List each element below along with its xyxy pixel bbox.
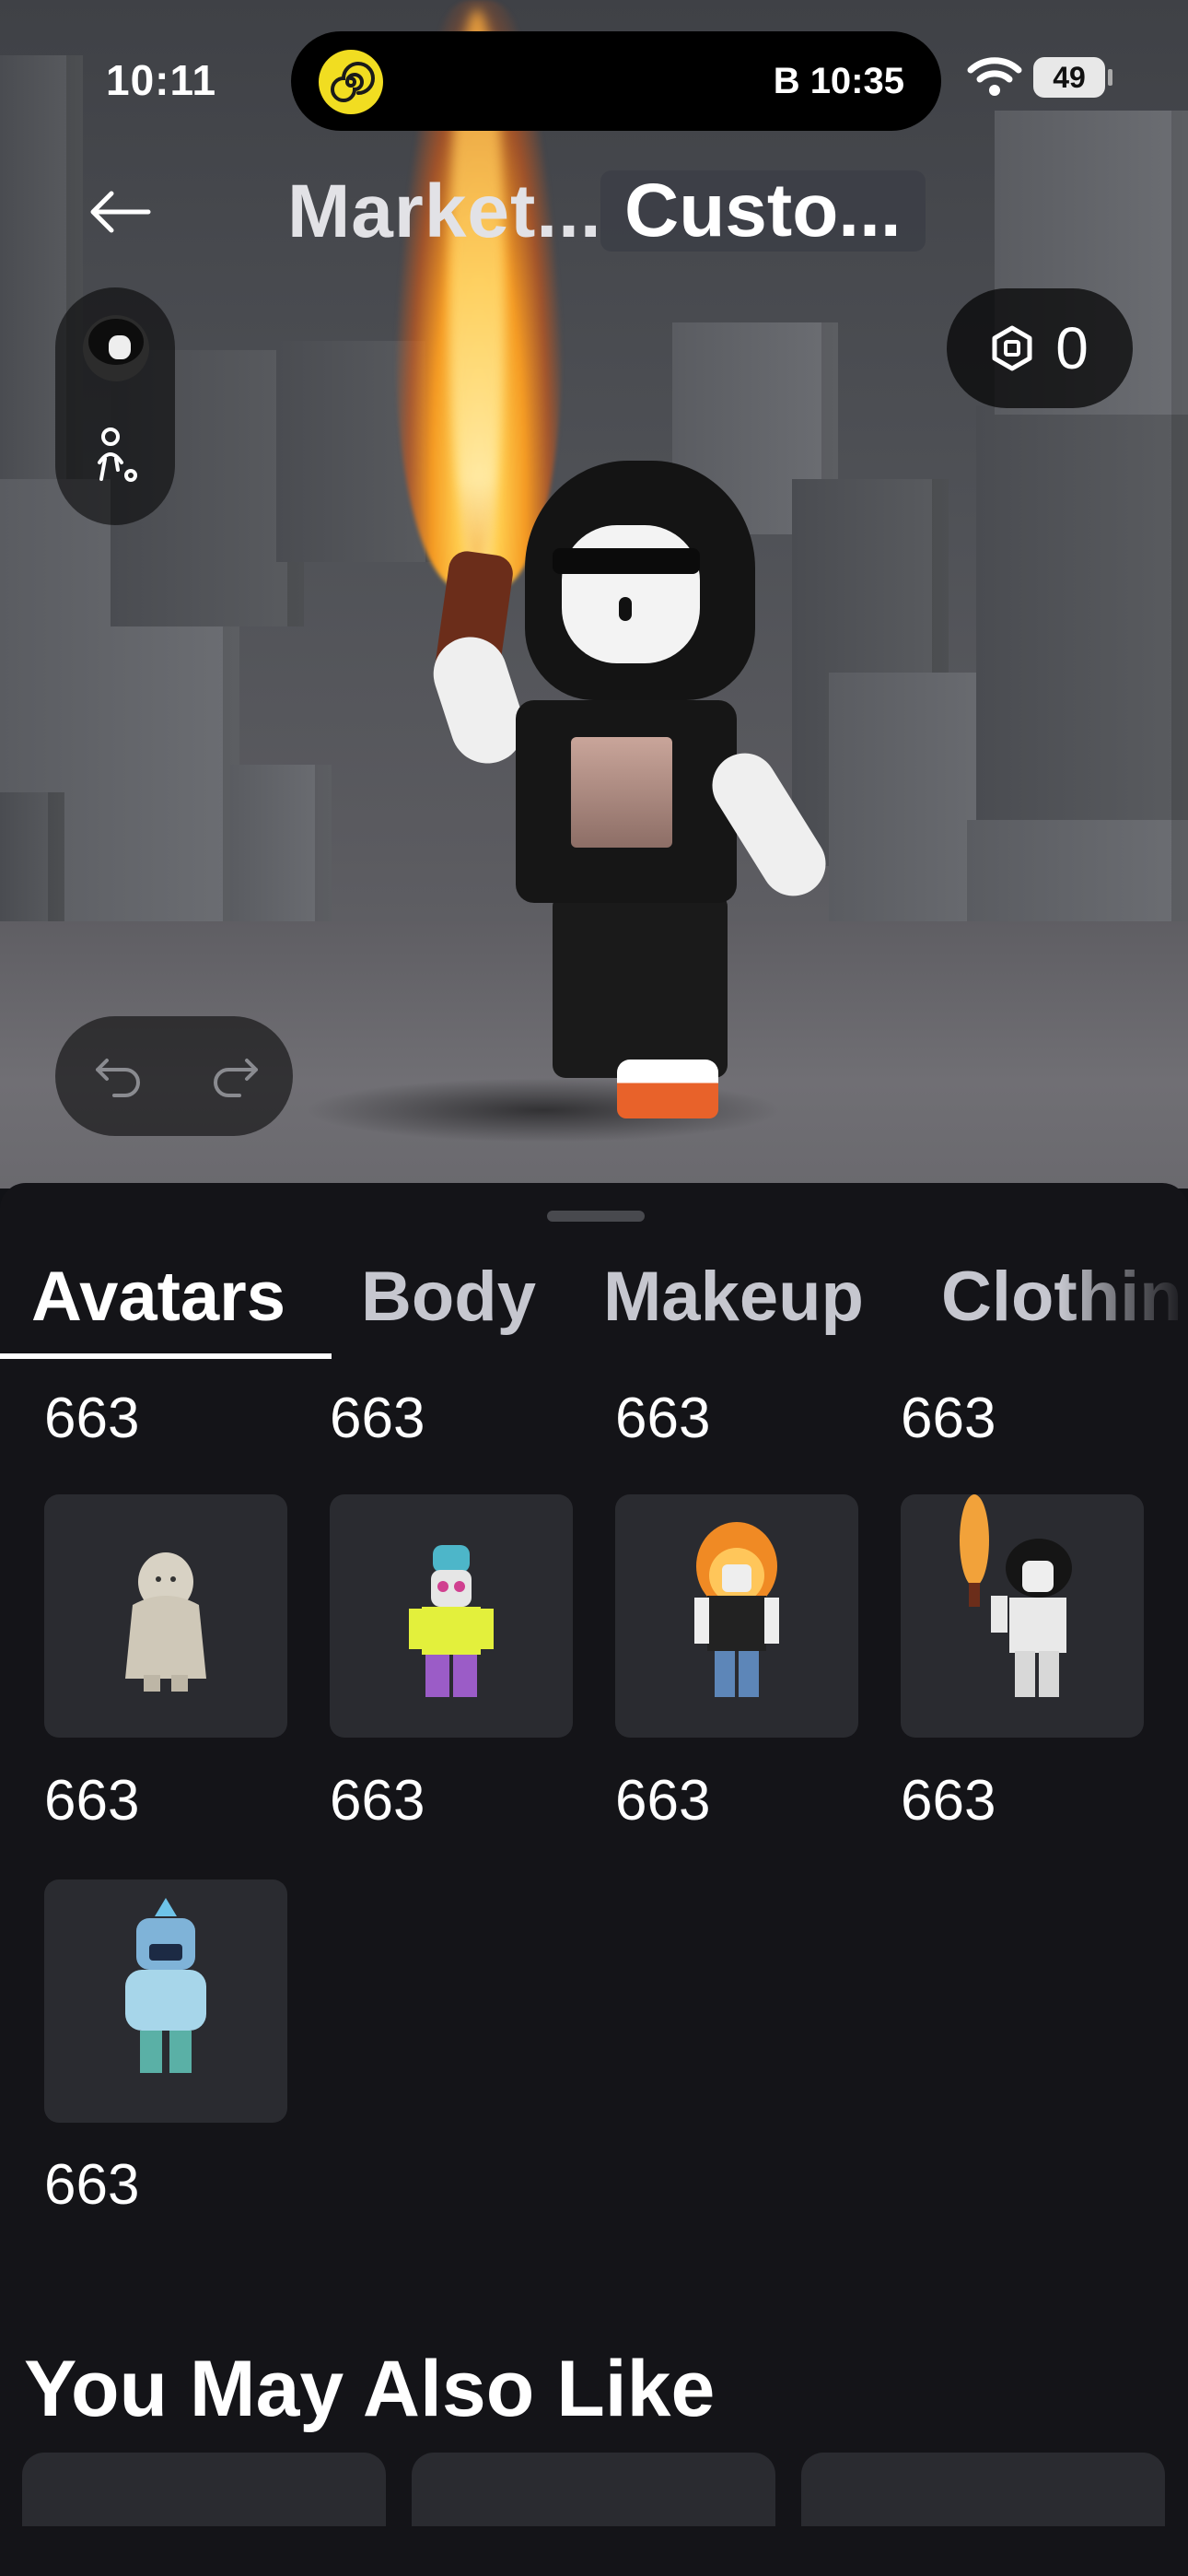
- item-price: 663: [44, 2153, 140, 2217]
- item-price: 663: [901, 1769, 996, 1832]
- avatar-item-tile[interactable]: [44, 1879, 287, 2123]
- item-price: 663: [44, 1769, 140, 1832]
- inventory-sheet: Avatars Body Makeup Clothin 663 663 663 …: [0, 1183, 1188, 2576]
- recommendations-title: You May Also Like: [24, 2345, 716, 2433]
- sheet-drag-handle[interactable]: [547, 1211, 645, 1222]
- item-price: 663: [901, 1387, 996, 1450]
- item-price: 663: [330, 1769, 425, 1832]
- tab-marketplace[interactable]: Market...: [287, 169, 602, 255]
- avatar-item-tile[interactable]: [615, 1494, 858, 1738]
- arrow-left-icon: [90, 191, 151, 233]
- tab-customize[interactable]: Custo...: [600, 170, 926, 252]
- wifi-icon: [967, 57, 1022, 102]
- tab-avatars[interactable]: Avatars: [31, 1257, 285, 1337]
- recommendation-card[interactable]: [22, 2453, 386, 2526]
- active-tab-indicator: [0, 1353, 332, 1359]
- avatar-side-panel: [55, 287, 175, 525]
- item-price: 663: [44, 1387, 140, 1450]
- tab-makeup[interactable]: Makeup: [603, 1257, 864, 1337]
- avatar-item-tile[interactable]: [44, 1494, 287, 1738]
- spiral-app-icon: [319, 50, 383, 114]
- undo-icon: [96, 1059, 140, 1097]
- item-price: 663: [330, 1387, 425, 1450]
- back-button[interactable]: [83, 180, 157, 244]
- recommendation-card[interactable]: [801, 2453, 1165, 2526]
- battery-indicator: 49: [1033, 57, 1105, 98]
- fire-head-avatar-thumbnail: [694, 1522, 779, 1697]
- colorful-avatar-thumbnail: [409, 1545, 494, 1697]
- robux-balance-button[interactable]: 0: [947, 288, 1133, 408]
- ghost-avatar-thumbnail: [125, 1552, 206, 1692]
- item-price: 663: [615, 1387, 711, 1450]
- battery-level: 49: [1053, 60, 1086, 94]
- redo-button[interactable]: [210, 1053, 262, 1104]
- undo-redo-group: [55, 1016, 293, 1136]
- category-tabs: Avatars Body Makeup Clothin: [0, 1257, 1188, 1367]
- status-time: 10:11: [106, 56, 217, 104]
- torch-avatar-thumbnail: [960, 1494, 1072, 1697]
- tab-body[interactable]: Body: [361, 1257, 536, 1337]
- item-price: 663: [615, 1769, 711, 1832]
- avatar-settings-icon[interactable]: [92, 427, 144, 493]
- robux-balance: 0: [1055, 315, 1089, 381]
- ice-creature-avatar-thumbnail: [125, 1898, 206, 2073]
- undo-button[interactable]: [92, 1053, 144, 1104]
- redo-icon: [214, 1059, 258, 1097]
- dynamic-island[interactable]: B 10:35: [291, 31, 941, 131]
- robux-icon: [992, 325, 1032, 371]
- avatar-thumbnail-button[interactable]: [83, 315, 149, 381]
- avatar-item-tile[interactable]: [901, 1494, 1144, 1738]
- recommendation-card[interactable]: [412, 2453, 775, 2526]
- avatar-item-tile[interactable]: [330, 1494, 573, 1738]
- live-activity-text: B 10:35: [773, 61, 904, 101]
